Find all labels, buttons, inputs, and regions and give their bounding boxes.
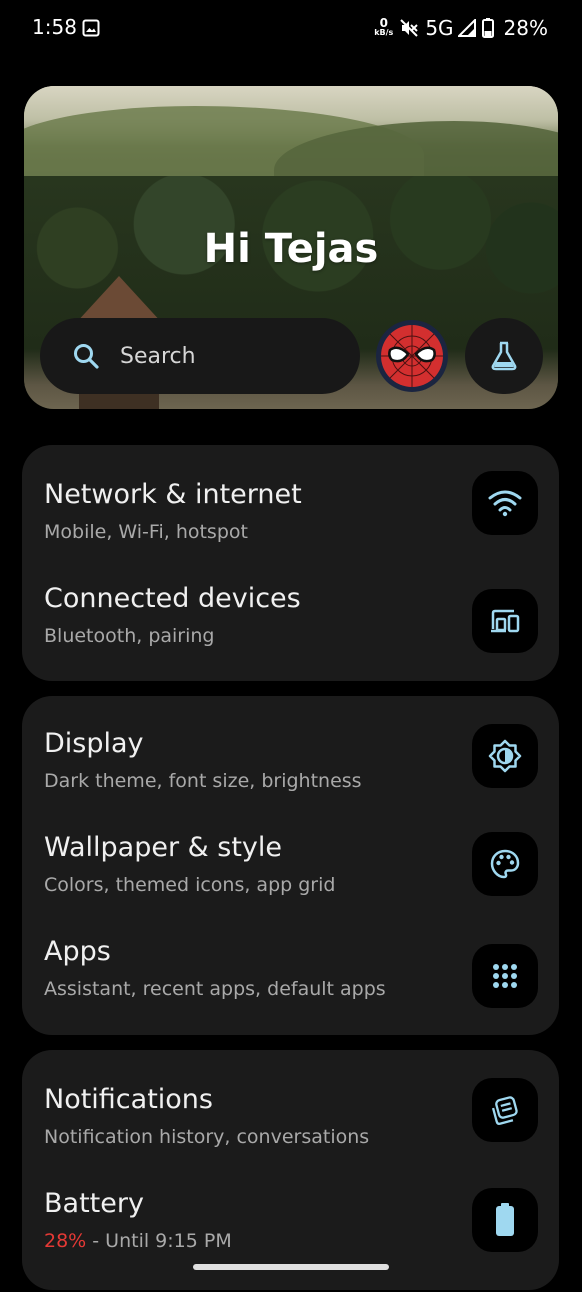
settings-item-battery[interactable]: Battery 28% - Until 9:15 PM xyxy=(22,1188,559,1292)
search-bar[interactable]: Search xyxy=(40,318,360,394)
item-subtitle: Dark theme, font size, brightness xyxy=(44,770,362,792)
settings-item-display[interactable]: Display Dark theme, font size, brightnes… xyxy=(22,724,559,832)
item-subtitle: Mobile, Wi-Fi, hotspot xyxy=(44,521,248,543)
avatar[interactable] xyxy=(376,320,448,392)
item-title: Wallpaper & style xyxy=(44,832,283,863)
palette-icon xyxy=(490,849,520,879)
flask-icon xyxy=(491,341,517,371)
settings-item-apps[interactable]: Apps Assistant, recent apps, default app… xyxy=(22,936,559,1040)
battery-subtitle-percent: 28% xyxy=(44,1230,87,1252)
mute-icon xyxy=(400,19,419,37)
settings-card-personalization: Display Dark theme, font size, brightnes… xyxy=(22,696,559,1035)
item-title: Connected devices xyxy=(44,583,301,614)
search-placeholder: Search xyxy=(120,343,196,369)
settings-item-connected-devices[interactable]: Connected devices Bluetooth, pairing xyxy=(22,583,559,687)
status-time: 1:58 xyxy=(32,15,77,39)
settings-item-notifications[interactable]: Notifications Notification history, conv… xyxy=(22,1078,559,1188)
net-speed-unit: kB/s xyxy=(374,28,394,37)
battery-subtitle-estimate: - Until 9:15 PM xyxy=(86,1230,232,1252)
wifi-icon xyxy=(488,490,522,517)
battery-icon xyxy=(496,1203,514,1236)
battery-status-icon xyxy=(481,18,494,38)
item-title: Battery xyxy=(44,1188,144,1219)
item-subtitle: Bluetooth, pairing xyxy=(44,625,215,647)
net-speed-value: 0 xyxy=(379,16,388,30)
item-subtitle: 28% - Until 9:15 PM xyxy=(44,1230,232,1252)
item-title: Display xyxy=(44,728,144,759)
settings-card-connectivity: Network & internet Mobile, Wi-Fi, hotspo… xyxy=(22,445,559,681)
gesture-nav-handle[interactable] xyxy=(193,1264,389,1270)
item-subtitle: Assistant, recent apps, default apps xyxy=(44,978,386,1000)
item-subtitle: Notification history, conversations xyxy=(44,1126,370,1148)
item-title: Notifications xyxy=(44,1084,213,1115)
brightness-icon-box xyxy=(472,724,538,788)
net-speed: 0 kB/s xyxy=(374,16,394,37)
notifications-icon xyxy=(491,1096,518,1125)
item-subtitle: Colors, themed icons, app grid xyxy=(44,874,336,896)
network-type: 5G xyxy=(425,16,454,40)
signal-icon xyxy=(457,19,476,37)
wifi-icon-box xyxy=(472,471,538,535)
labs-button[interactable] xyxy=(465,318,543,394)
settings-item-wallpaper[interactable]: Wallpaper & style Colors, themed icons, … xyxy=(22,832,559,936)
settings-card-system: Notifications Notification history, conv… xyxy=(22,1050,559,1290)
apps-grid-icon xyxy=(493,964,517,988)
item-title: Apps xyxy=(44,936,111,967)
gallery-notification-icon xyxy=(82,19,100,37)
devices-icon-box xyxy=(472,589,538,653)
status-bar: 1:58 0 kB/s 5G 28% xyxy=(0,0,582,58)
brightness-icon xyxy=(488,739,522,773)
apps-icon-box xyxy=(472,944,538,1008)
search-icon xyxy=(74,344,99,369)
item-title: Network & internet xyxy=(44,479,302,510)
settings-item-network[interactable]: Network & internet Mobile, Wi-Fi, hotspo… xyxy=(22,471,559,583)
greeting-title: Hi Tejas xyxy=(203,226,379,272)
battery-icon-box xyxy=(472,1188,538,1252)
battery-percent: 28% xyxy=(503,16,548,40)
status-indicators: 0 kB/s 5G 28% xyxy=(374,15,548,41)
palette-icon-box xyxy=(472,832,538,896)
header-banner: Hi Tejas Search xyxy=(24,86,558,409)
devices-icon xyxy=(491,609,520,633)
spiderman-avatar-icon xyxy=(377,321,447,391)
notifications-icon-box xyxy=(472,1078,538,1142)
